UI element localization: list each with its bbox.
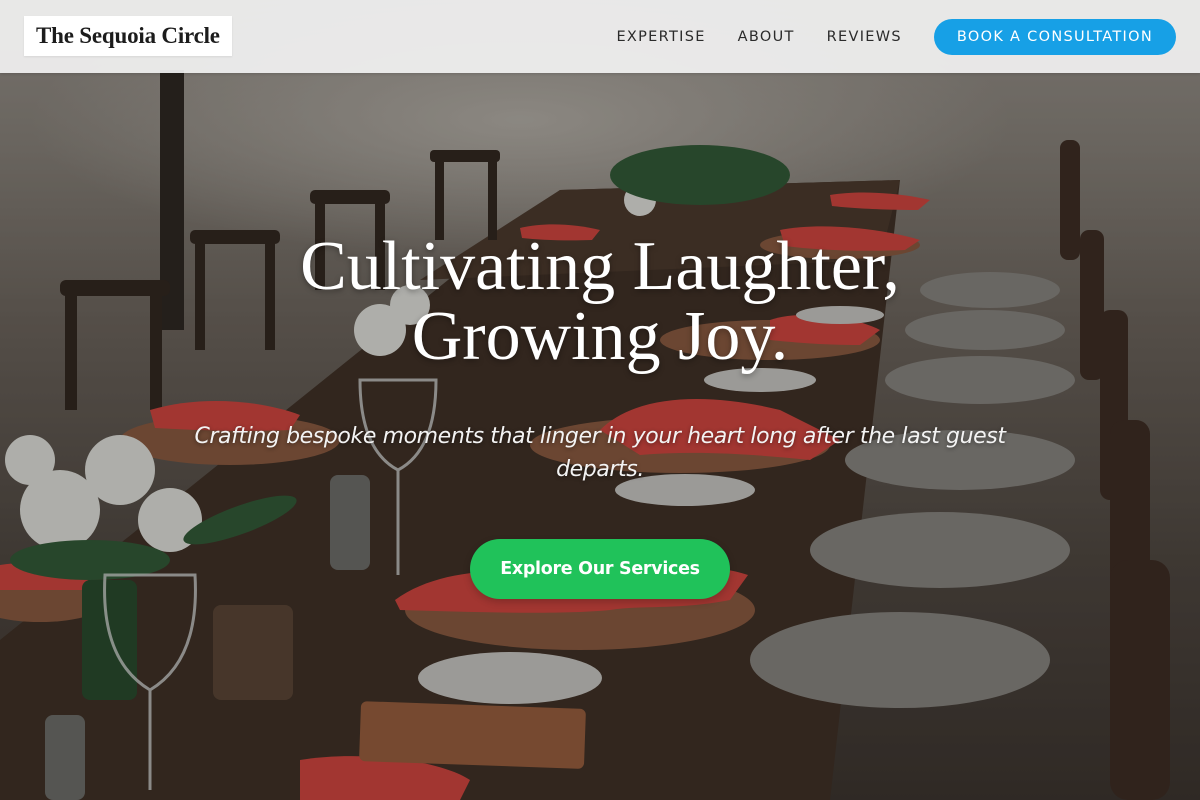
hero-content: Cultivating Laughter, Growing Joy. Craft…	[0, 232, 1200, 599]
logo-text: The Sequoia Circle	[36, 23, 220, 48]
hero-title-line-1: Cultivating Laughter,	[300, 228, 900, 305]
site-header: The Sequoia Circle EXPERTISE ABOUT REVIE…	[0, 0, 1200, 73]
hero-subtitle: Crafting bespoke moments that linger in …	[194, 424, 1006, 482]
nav-link-about[interactable]: ABOUT	[738, 29, 795, 45]
hero-title-line-2: Growing Joy.	[411, 298, 789, 375]
site-logo[interactable]: The Sequoia Circle	[24, 16, 232, 56]
nav-link-expertise[interactable]: EXPERTISE	[616, 29, 705, 45]
main-nav: EXPERTISE ABOUT REVIEWS BOOK A CONSULTAT…	[616, 0, 1176, 73]
book-consultation-button[interactable]: BOOK A CONSULTATION	[933, 18, 1176, 55]
hero-title: Cultivating Laughter, Growing Joy.	[0, 232, 1200, 372]
explore-services-button[interactable]: Explore Our Services	[470, 539, 730, 599]
nav-link-reviews[interactable]: REVIEWS	[827, 29, 902, 45]
